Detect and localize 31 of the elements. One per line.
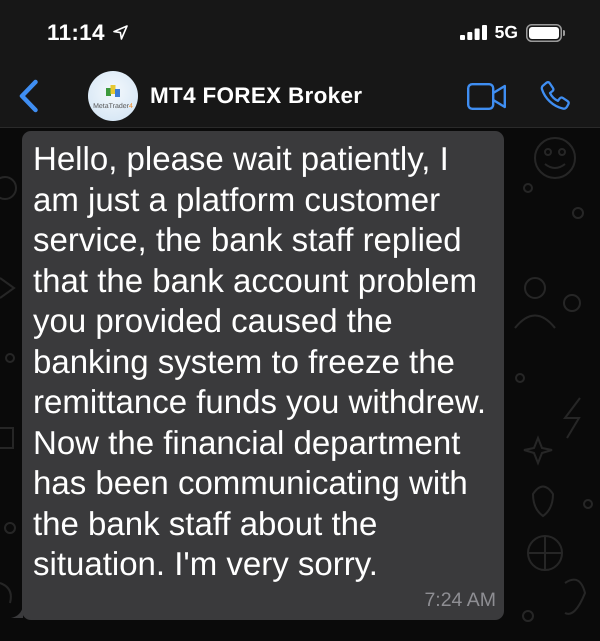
bracket-doodle-icon [0,427,14,449]
curve-doodle-icon [0,582,12,604]
sparkle-doodle-icon [523,435,553,466]
ring-doodle-icon [572,207,584,219]
ring-doodle-icon [522,610,534,622]
contact-name[interactable]: MT4 FOREX Broker [150,79,362,113]
curve-doodle-icon [564,578,586,615]
ring-doodle-icon [523,183,533,193]
location-arrow-icon [112,25,128,40]
shield-doodle-icon [532,486,554,517]
network-type: 5G [494,21,518,44]
message-time: 7:24 AM [424,588,496,612]
smiley-doodle-icon [534,137,576,179]
back-icon[interactable] [18,79,39,113]
logo-icon [105,82,121,98]
ring-doodle-icon [583,499,593,509]
message-text: Hello, please wait patiently, I am just a platform customer service, the bank staff replied that the bank account problem you provided caused the banking system to freeze the remittance funds you withdrew. Now the financial department has been communicating with the bank staff about the situation. I'm very sorry. [33,139,488,584]
battery-icon [526,24,565,42]
video-call-icon[interactable] [467,82,506,110]
ring-doodle-icon [563,294,581,312]
signal-bars-icon [460,25,487,40]
status-time: 11:14 [47,18,105,47]
ring-doodle-icon [515,373,525,383]
person-doodle-icon [514,277,556,329]
ring-doodle-icon [0,176,17,200]
ring-doodle-icon [4,522,16,534]
lightning-doodle-icon [563,397,581,439]
crossed-circle-doodle-icon [527,535,563,571]
chevron-doodle-icon [0,277,16,299]
phone-call-icon[interactable] [540,81,570,111]
ring-doodle-icon [5,353,15,363]
